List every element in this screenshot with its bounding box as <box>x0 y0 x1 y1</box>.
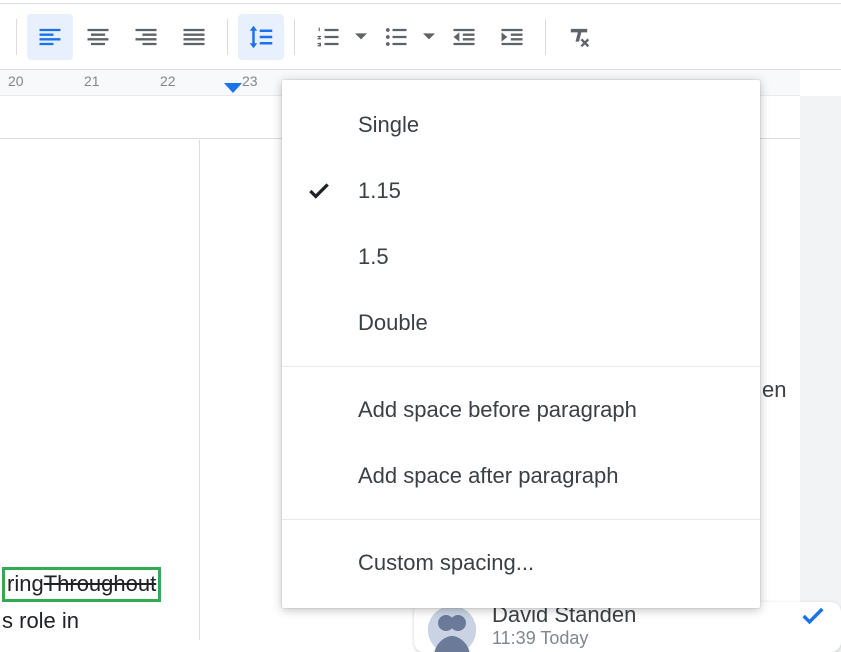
align-justify-icon <box>180 23 208 51</box>
add-space-after-paragraph[interactable]: Add space after paragraph <box>282 443 760 509</box>
caret-down-icon <box>423 31 435 43</box>
indent-decrease-button[interactable] <box>441 14 487 60</box>
indent-increase-button[interactable] <box>489 14 535 60</box>
caret-down-icon <box>355 31 367 43</box>
indent-increase-icon <box>498 23 526 51</box>
custom-spacing[interactable]: Custom spacing... <box>282 530 760 596</box>
clear-formatting-button[interactable] <box>556 14 602 60</box>
ruler-number: 20 <box>8 73 24 89</box>
menu-label: Add space after paragraph <box>358 463 736 489</box>
comment-card[interactable]: David Standen 11:39 Today <box>414 602 841 652</box>
avatar <box>428 606 476 652</box>
document-page[interactable]: ringThroughout s role in <box>0 140 200 640</box>
spacing-option-115[interactable]: 1.15 <box>282 158 760 224</box>
ruler-number: 21 <box>84 73 100 89</box>
menu-label: Single <box>358 112 736 138</box>
resolve-comment-button[interactable] <box>799 602 827 635</box>
suggestion-highlight[interactable]: ringThroughout <box>2 567 161 602</box>
indent-decrease-icon <box>450 23 478 51</box>
bulleted-list-button[interactable] <box>373 14 419 60</box>
menu-label: 1.5 <box>358 244 736 270</box>
ruler-indent-marker[interactable] <box>224 82 242 98</box>
ruler-number: 22 <box>160 73 176 89</box>
numbered-list-dropdown[interactable] <box>351 14 371 60</box>
spacing-option-single[interactable]: Single <box>282 92 760 158</box>
bulleted-list-dropdown[interactable] <box>419 14 439 60</box>
menu-label: Add space before paragraph <box>358 397 736 423</box>
align-center-button[interactable] <box>75 14 121 60</box>
align-left-button[interactable] <box>27 14 73 60</box>
bulleted-list-icon <box>382 23 410 51</box>
toolbar <box>0 4 841 70</box>
spacing-option-double[interactable]: Double <box>282 290 760 356</box>
align-right-icon <box>132 23 160 51</box>
check-icon <box>799 602 827 630</box>
line-spacing-menu: Single 1.15 1.5 Double Add space before … <box>282 80 760 608</box>
add-space-before-paragraph[interactable]: Add space before paragraph <box>282 377 760 443</box>
right-sidebar <box>800 96 841 652</box>
comment-time: 11:39 Today <box>492 628 799 649</box>
menu-label: Double <box>358 310 736 336</box>
menu-separator <box>282 519 760 520</box>
toolbar-divider <box>545 19 546 55</box>
align-justify-button[interactable] <box>171 14 217 60</box>
line-spacing-icon <box>246 22 276 52</box>
toolbar-divider <box>227 19 228 55</box>
check-icon <box>306 178 358 204</box>
menu-separator <box>282 366 760 367</box>
numbered-list-button[interactable] <box>305 14 351 60</box>
align-right-button[interactable] <box>123 14 169 60</box>
doc-text-strike: Throughout <box>44 571 157 596</box>
numbered-list-icon <box>314 23 342 51</box>
align-center-icon <box>84 23 112 51</box>
clear-formatting-icon <box>565 23 593 51</box>
toolbar-divider <box>16 19 17 55</box>
spacing-option-15[interactable]: 1.5 <box>282 224 760 290</box>
doc-text: ring <box>7 571 44 596</box>
menu-label: Custom spacing... <box>358 550 736 576</box>
toolbar-divider <box>294 19 295 55</box>
doc-text-line: s role in <box>2 608 161 634</box>
line-spacing-button[interactable] <box>238 14 284 60</box>
menu-label: 1.15 <box>358 178 736 204</box>
align-left-icon <box>36 23 64 51</box>
peek-text: en <box>762 377 786 403</box>
ruler-number: 23 <box>242 73 258 89</box>
